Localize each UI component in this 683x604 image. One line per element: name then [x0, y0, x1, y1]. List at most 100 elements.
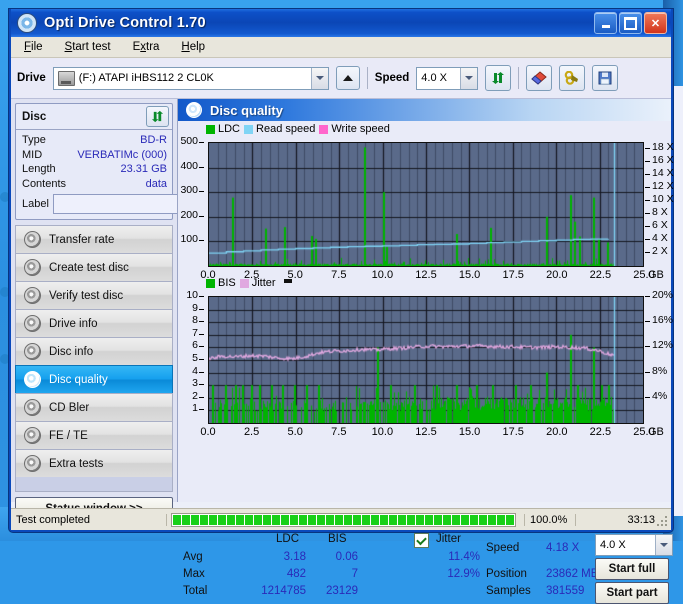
- stats-speed-label: Speed: [486, 542, 520, 554]
- chart1-y-axis-left: 500 400 300 200 100: [178, 135, 204, 267]
- content-header: Disc quality: [178, 99, 671, 121]
- sidebar-item-label: Disc info: [49, 345, 94, 358]
- x-tick-label: 2.5: [243, 426, 260, 438]
- stats-jitter-max: 12.9%: [447, 568, 480, 580]
- disc-panel-header: Disc: [16, 104, 172, 130]
- legend-label: BIS: [218, 277, 236, 289]
- sidebar-item-verify-test-disc[interactable]: Verify test disc: [15, 281, 173, 309]
- save-button[interactable]: [592, 65, 619, 91]
- y-tick-label: 7: [192, 326, 198, 339]
- disc-row-contents: Contents data: [22, 177, 167, 192]
- eject-icon: [342, 74, 353, 81]
- legend-item-ldc: LDC: [206, 123, 240, 135]
- refresh-disc-icon: [151, 110, 164, 123]
- speed-select-value: 4.0 X: [421, 72, 447, 84]
- y-tick: [199, 296, 204, 297]
- stats-ldc-total: 1214785: [261, 585, 306, 597]
- menu-item-help[interactable]: Help: [178, 40, 208, 54]
- sidebar-item-label: Extra tests: [49, 457, 104, 470]
- y-tick-label-right: 4 X: [652, 232, 668, 245]
- disc-row-value: 23.31 GB: [120, 163, 167, 175]
- minimize-button[interactable]: [594, 12, 617, 34]
- y-tick-label-right: 12%: [652, 339, 674, 352]
- test-speed-select[interactable]: 4.0 X: [595, 534, 673, 556]
- refresh-button[interactable]: [485, 65, 512, 91]
- eraser-icon: [531, 71, 548, 85]
- drive-select-value: (F:) ATAPI iHBS112 2 CL0K: [78, 72, 214, 84]
- y-tick-label: 5: [192, 352, 198, 364]
- disc-row-key: Type: [22, 134, 46, 146]
- sidebar-item-fe-te[interactable]: FE / TE: [15, 421, 173, 449]
- sidebar-item-label: CD Bler: [49, 401, 90, 414]
- disc-label-caption: Label: [22, 198, 49, 210]
- sidebar-item-transfer-rate[interactable]: Transfer rate: [15, 225, 173, 253]
- menu-item-start-test[interactable]: Start test: [62, 40, 114, 54]
- chevron-down-icon[interactable]: [460, 67, 478, 89]
- drive-select[interactable]: (F:) ATAPI iHBS112 2 CL0K: [52, 66, 329, 90]
- tools-button[interactable]: [559, 65, 586, 91]
- disc-info-icon: [24, 343, 41, 360]
- resize-grip[interactable]: [657, 516, 669, 528]
- legend-item-write-speed: Write speed: [319, 123, 390, 135]
- sidebar-item-cd-bler[interactable]: CD Bler: [15, 393, 173, 421]
- menu-item-file[interactable]: File: [21, 40, 46, 54]
- sidebar-item-drive-info[interactable]: Drive info: [15, 309, 173, 337]
- window-controls: ✕: [594, 12, 667, 34]
- start-full-button[interactable]: Start full: [595, 558, 669, 580]
- sidebar-item-create-test-disc[interactable]: Create test disc: [15, 253, 173, 281]
- y-tick-label: 3: [192, 377, 198, 390]
- sidebar-item-disc-info[interactable]: Disc info: [15, 337, 173, 365]
- y-tick: [199, 371, 204, 373]
- chart2-x-axis: 0.0 2.5 5.0 7.5 10.0 12.5 15.0 17.5 20.0 22.5 25.0…: [200, 426, 683, 442]
- y-tick-label-right: 6 X: [652, 219, 668, 232]
- speed-select[interactable]: 4.0 X: [416, 66, 479, 90]
- y-tick-right: [645, 252, 650, 254]
- disc-row-key: Contents: [22, 177, 67, 190]
- statistics-panel: LDC BIS Avg Max Total 3.18 482 1214785 0…: [178, 531, 673, 604]
- status-message: Test completed: [11, 513, 167, 526]
- chevron-down-icon[interactable]: [655, 535, 672, 555]
- sidebar-item-disc-quality[interactable]: Disc quality: [15, 365, 173, 393]
- chart1-legend: LDC Read speed Write speed: [206, 123, 390, 135]
- legend-label: Read speed: [256, 123, 316, 135]
- erase-button[interactable]: [526, 65, 553, 91]
- chevron-down-icon[interactable]: [310, 67, 328, 89]
- x-tick-label: 22.5: [589, 426, 612, 438]
- y-tick: [199, 384, 204, 386]
- disc-burn-icon: [24, 259, 41, 276]
- y-tick-label-right: 12 X: [652, 180, 674, 193]
- eject-button[interactable]: [335, 66, 360, 90]
- chart2-y-axis-left: 10 9 8 7 6 5 4 3 2 1: [178, 289, 204, 424]
- x-axis-unit: GB: [648, 426, 664, 438]
- stats-samples-value: 381559: [546, 585, 585, 597]
- progress-container: [167, 512, 520, 527]
- disc-bler-icon: [24, 399, 41, 416]
- y-tick-label: 400: [180, 159, 198, 172]
- y-tick-label-right: 10 X: [652, 193, 674, 206]
- disc-fete-icon: [24, 427, 41, 444]
- chart2-plot-area: [208, 296, 644, 424]
- disc-label-row: Label: [22, 193, 257, 215]
- chart1-plot-area: [208, 142, 644, 267]
- disc-refresh-button[interactable]: [146, 106, 169, 127]
- stats-samples-label: Samples: [486, 585, 531, 597]
- start-part-button[interactable]: Start part: [595, 582, 669, 604]
- close-button[interactable]: ✕: [644, 12, 667, 34]
- y-tick-right: [645, 346, 650, 348]
- sidebar-item-extra-tests[interactable]: Extra tests: [15, 449, 173, 477]
- window-body: Disc Type BD-R MID VERBATIMc (000) Lengt…: [11, 99, 674, 604]
- y-tick-label-right: 16%: [652, 314, 674, 327]
- y-tick-label: 4: [192, 364, 198, 377]
- disc-drive-icon: [24, 315, 41, 332]
- y-tick-right: [645, 213, 650, 215]
- legend-label: Jitter: [251, 277, 276, 289]
- menu-item-extra[interactable]: Extra: [130, 40, 163, 54]
- stats-bis-total: 23129: [326, 585, 358, 597]
- application-window: Opti Drive Control 1.70 ✕ File Start tes…: [9, 9, 674, 604]
- y-tick-label-right: 8%: [652, 364, 668, 377]
- y-tick-label-right: 2 X: [652, 245, 668, 258]
- maximize-button[interactable]: [619, 12, 642, 34]
- disc-verify-icon: [24, 287, 41, 304]
- sidebar-item-label: Transfer rate: [49, 233, 115, 246]
- y-tick-label: 8: [192, 314, 198, 327]
